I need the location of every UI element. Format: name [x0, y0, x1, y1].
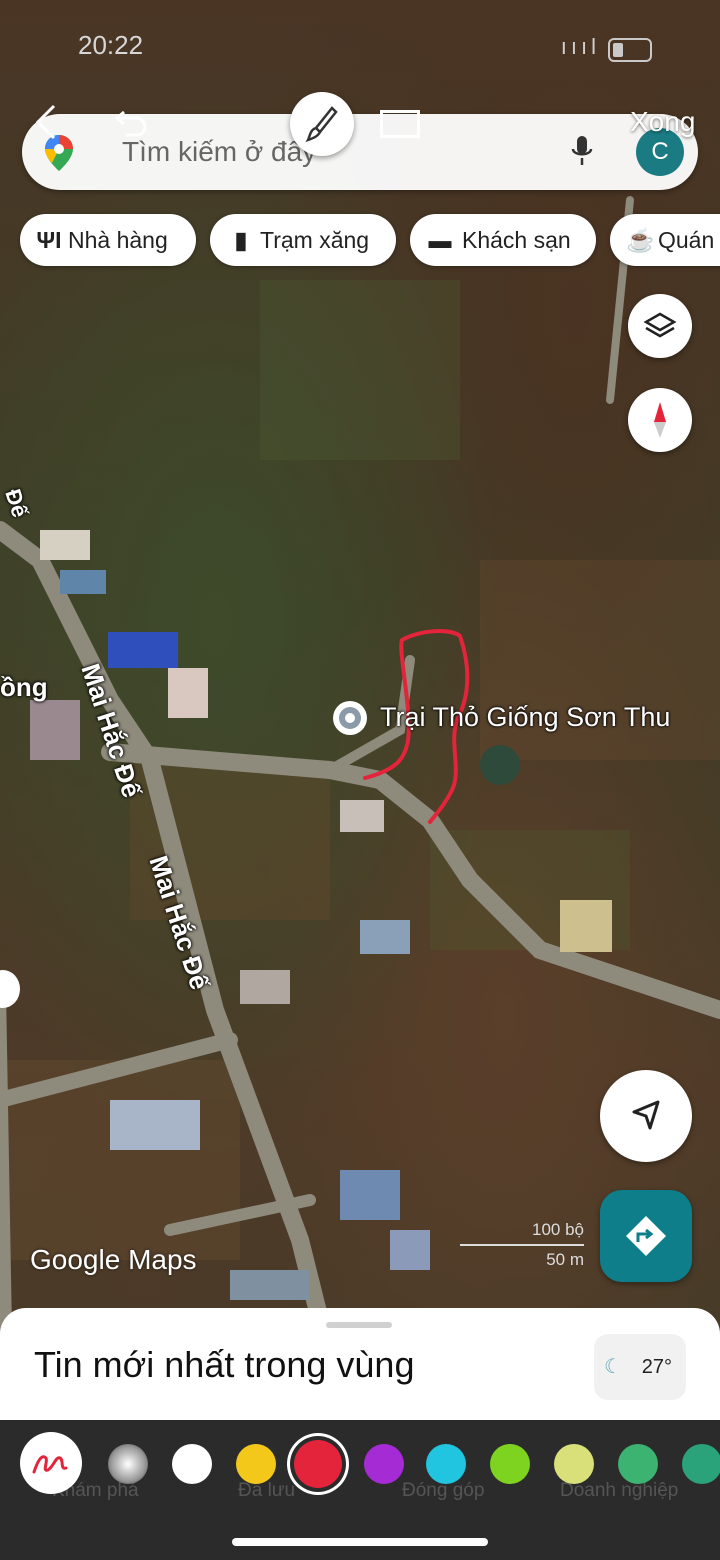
color-swatch[interactable]: [490, 1444, 530, 1484]
google-maps-watermark: Google Maps: [30, 1244, 197, 1275]
color-swatch[interactable]: [294, 1440, 342, 1488]
nav-saved[interactable]: Đã lưu: [238, 1480, 295, 1502]
chip-cafe[interactable]: ☕ Quán: [610, 214, 720, 266]
chip-label: Trạm xăng: [260, 227, 370, 253]
hotel-icon: ▬: [428, 227, 452, 253]
chevron-left-icon[interactable]: [34, 104, 58, 148]
moon-cloud-icon: ☾: [604, 1356, 622, 1378]
done-button[interactable]: Xong: [630, 106, 695, 138]
pen-tool-button[interactable]: [20, 1432, 82, 1494]
sheet-handle[interactable]: [326, 1322, 392, 1328]
scale-metric: 50 m: [546, 1250, 584, 1269]
my-location-button[interactable]: [600, 1070, 692, 1162]
color-swatch[interactable]: [426, 1444, 466, 1484]
directions-icon: [626, 1216, 666, 1256]
restaurant-icon: ΨΙ: [36, 227, 62, 253]
color-swatch[interactable]: [108, 1444, 148, 1484]
battery-icon: [608, 38, 652, 62]
sheet-title: Tin mới nhất trong vùng: [34, 1344, 415, 1385]
brush-icon: [305, 106, 338, 143]
color-swatch[interactable]: [682, 1444, 720, 1484]
road-label: ồng: [0, 672, 48, 702]
layers-button[interactable]: [628, 294, 692, 358]
compass-button[interactable]: [628, 388, 692, 452]
chip-hotel[interactable]: ▬ Khách sạn: [410, 214, 596, 266]
color-swatch[interactable]: [236, 1444, 276, 1484]
place-marker-icon[interactable]: [330, 698, 370, 747]
brush-tool-button[interactable]: [290, 92, 354, 156]
color-swatch[interactable]: [172, 1444, 212, 1484]
chip-gas-station[interactable]: ▮ Trạm xăng: [210, 214, 396, 266]
color-swatch[interactable]: [618, 1444, 658, 1484]
weather-badge[interactable]: ☾ 27°: [594, 1334, 686, 1400]
scale-bar: 100 bộ 50 m: [460, 1220, 586, 1269]
undo-icon[interactable]: [114, 106, 148, 146]
cafe-icon: ☕: [626, 227, 655, 253]
scale-line: [460, 1244, 584, 1246]
scribble-icon: [32, 1455, 68, 1474]
bottom-sheet[interactable]: Tin mới nhất trong vùng ☾ 27°: [0, 1308, 720, 1428]
layers-icon: [643, 312, 677, 338]
gas-station-icon: ▮: [234, 227, 248, 253]
rectangle-icon[interactable]: [380, 110, 420, 138]
navigation-arrow-icon: [632, 1100, 660, 1130]
color-swatch[interactable]: [554, 1444, 594, 1484]
chip-label: Quán: [658, 227, 715, 253]
home-indicator[interactable]: [232, 1538, 488, 1546]
scale-imperial: 100 bộ: [532, 1220, 584, 1239]
directions-button[interactable]: [600, 1190, 692, 1282]
compass-icon: [654, 402, 666, 438]
chip-label: Khách sạn: [462, 227, 571, 253]
color-swatch[interactable]: [364, 1444, 404, 1484]
search-input[interactable]: Tìm kiếm ở đây: [122, 136, 316, 168]
place-name-label[interactable]: Trại Thỏ Giống Sơn Thu: [380, 702, 670, 733]
microphone-icon[interactable]: [570, 134, 594, 175]
temperature: 27°: [641, 1356, 672, 1378]
category-chips: ΨΙ Nhà hàng ▮ Trạm xăng ▬ Khách sạn ☕ Quán: [20, 214, 720, 266]
signal-icon: ıııl: [560, 34, 600, 59]
chip-restaurant[interactable]: ΨΙ Nhà hàng: [20, 214, 196, 266]
status-time: 20:22: [78, 30, 144, 60]
chip-label: Nhà hàng: [68, 227, 168, 253]
